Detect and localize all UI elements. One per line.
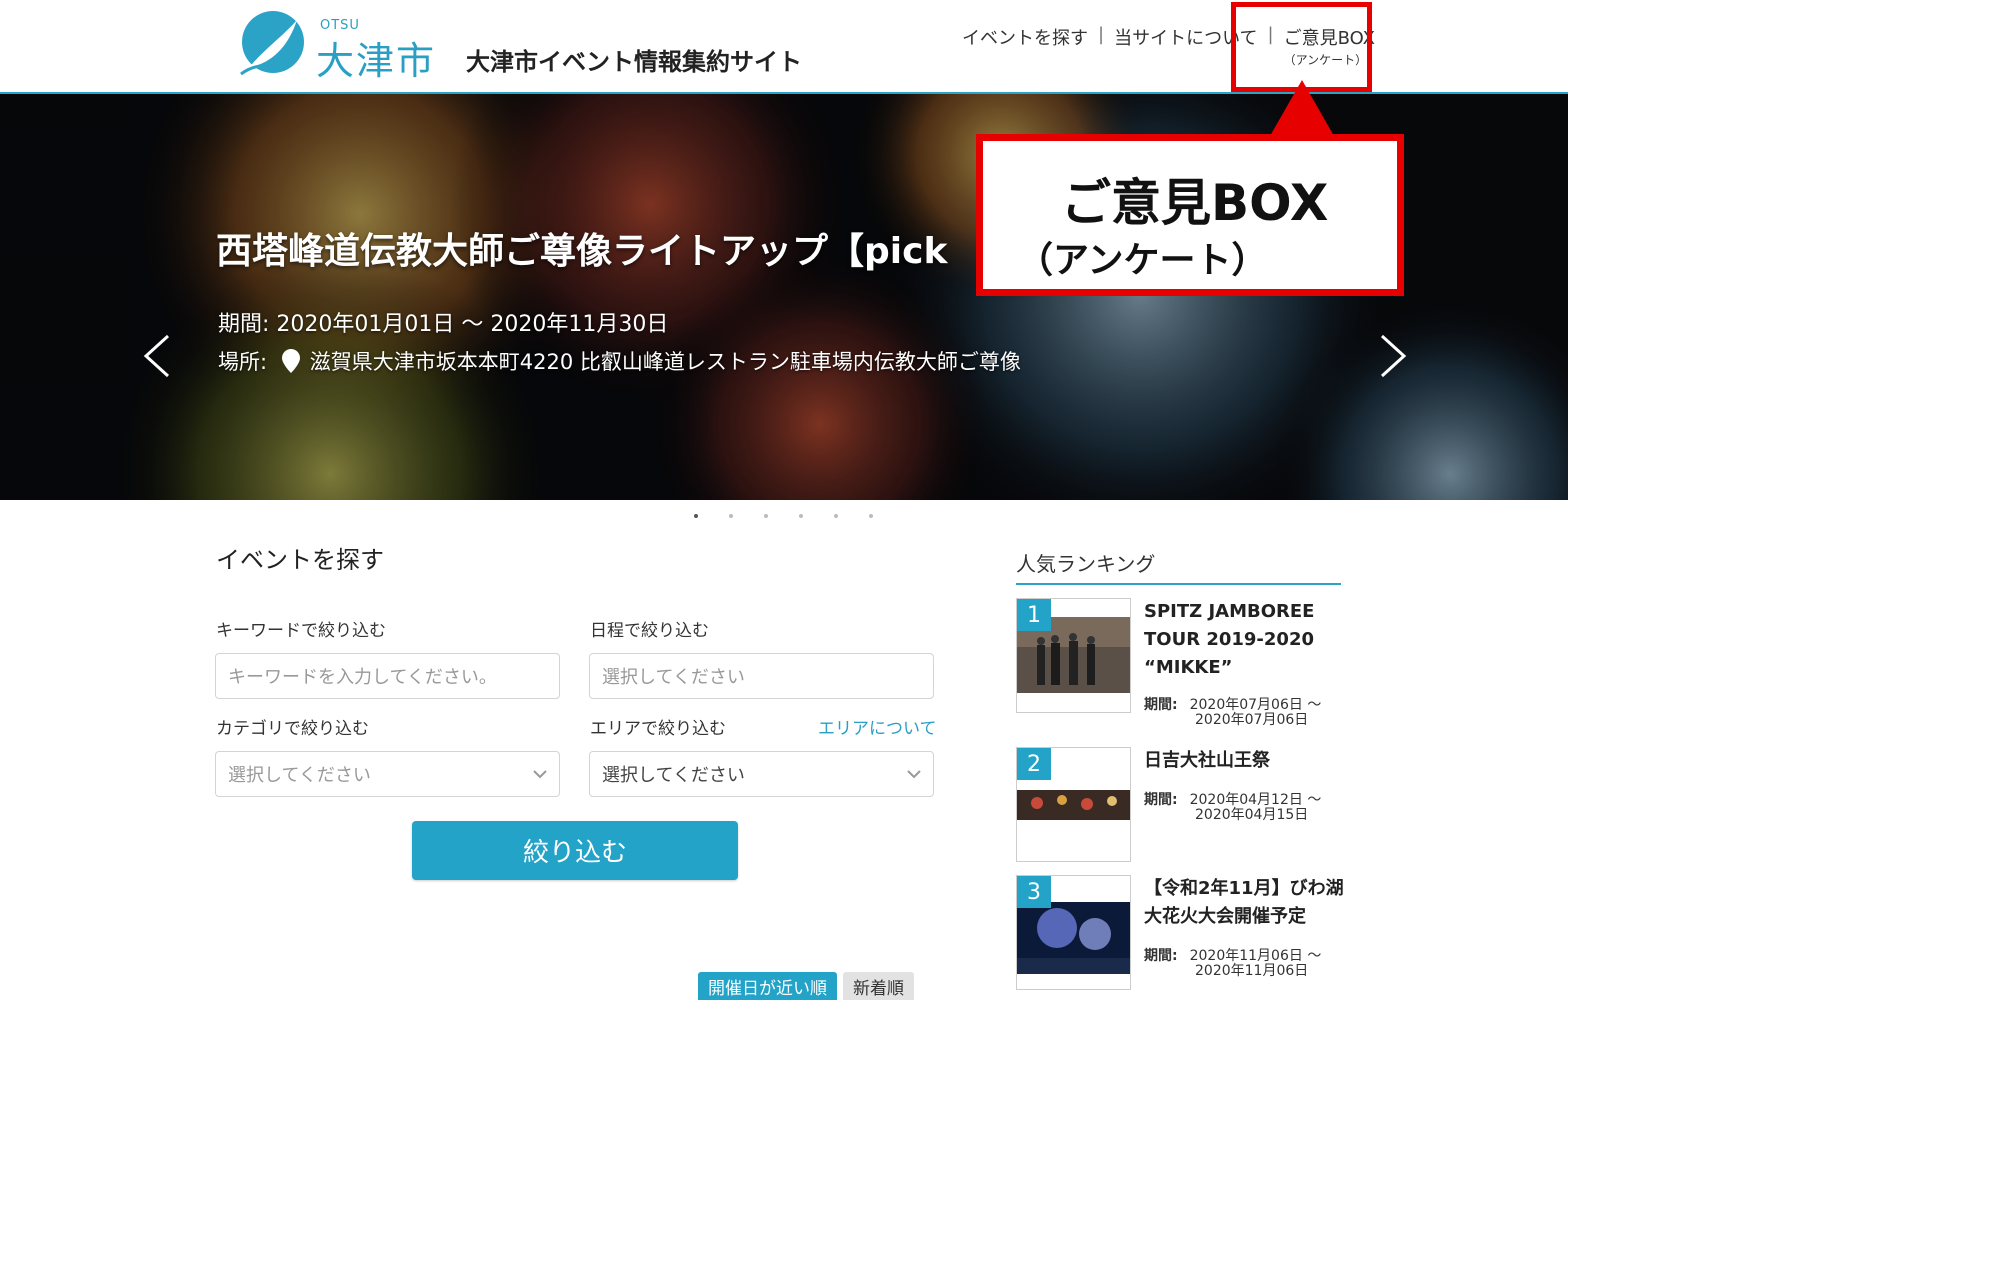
ranking-title[interactable]: 日吉大社山王祭 (1144, 747, 1344, 775)
area-select[interactable]: 選択してください (589, 751, 934, 797)
area-value: 選択してください (602, 765, 745, 786)
date-placeholder: 選択してください (602, 667, 745, 688)
filter-button[interactable]: 絞り込む (412, 821, 738, 880)
carousel-next-icon[interactable] (1378, 334, 1408, 378)
carousel-dot[interactable] (729, 514, 733, 518)
ranking-period-end: 2020年04月15日 (1195, 807, 1309, 823)
ranking-period-label: 期間: (1144, 948, 1178, 964)
date-input[interactable]: 選択してください (589, 653, 934, 699)
sort-by-new-tab[interactable]: 新着順 (843, 972, 914, 1000)
hero-place: 場所: 滋賀県大津市坂本本町4220 比叡山峰道レストラン駐車場内伝教大師ご尊像 (218, 346, 1021, 376)
hero-period-label: 期間: (218, 312, 277, 337)
category-select[interactable]: 選択してください (215, 751, 560, 797)
ranking-thumbnail[interactable]: 1 (1016, 598, 1131, 713)
category-value: 選択してください (228, 765, 371, 786)
callout-annotation: ご意見BOX （アンケート） (976, 134, 1404, 296)
ranking-period-start: 2020年07月06日 ～ (1189, 697, 1322, 713)
nav-find-events[interactable]: イベントを探す (962, 24, 1088, 50)
category-label: カテゴリで絞り込む (216, 719, 369, 739)
ranking-period-start: 2020年04月12日 ～ (1189, 792, 1322, 808)
area-info-link[interactable]: エリアについて (818, 714, 937, 739)
ranking-thumbnail[interactable]: 2 (1016, 747, 1131, 862)
rank-number: 2 (1017, 748, 1051, 780)
hero-period: 期間: 2020年01月01日 ～ 2020年11月30日 (218, 306, 668, 338)
ranking-period: 期間: 2020年07月06日 ～ 2020年07月06日 (1144, 698, 1321, 728)
hero-period-value: 2020年01月01日 ～ 2020年11月30日 (276, 312, 669, 337)
ranking-period-end: 2020年11月06日 (1195, 963, 1309, 979)
rank-number: 1 (1017, 599, 1051, 631)
rank-number: 3 (1017, 876, 1051, 908)
keyword-placeholder: キーワードを入力してください。 (228, 667, 497, 688)
site-title[interactable]: 大津市イベント情報集約サイト (466, 42, 802, 77)
keyword-label: キーワードで絞り込む (216, 621, 386, 641)
otsu-logo-icon[interactable] (233, 10, 309, 78)
ranking-divider (1016, 583, 1341, 585)
sort-by-date-tab[interactable]: 開催日が近い順 (698, 972, 837, 1000)
ranking-thumbnail[interactable]: 3 (1016, 875, 1131, 990)
highlight-box (1231, 2, 1372, 92)
ranking-heading: 人気ランキング (1016, 552, 1156, 576)
date-label: 日程で絞り込む (590, 621, 709, 641)
carousel-dot[interactable] (799, 514, 803, 518)
ranking-period-label: 期間: (1144, 697, 1178, 713)
ranking-period-start: 2020年11月06日 ～ (1189, 948, 1322, 964)
sort-tabs: 開催日が近い順 新着順 (698, 972, 914, 1000)
map-pin-icon (281, 349, 300, 373)
callout-main-text: ご意見BOX (1061, 174, 1329, 232)
callout-pointer-icon (1270, 80, 1334, 136)
ranking-period-label: 期間: (1144, 792, 1178, 808)
ranking-period: 期間: 2020年04月12日 ～ 2020年04月15日 (1144, 793, 1321, 823)
search-heading: イベントを探す (216, 546, 384, 574)
carousel-dot[interactable] (694, 514, 698, 518)
chevron-down-icon (533, 770, 547, 779)
carousel-dot[interactable] (764, 514, 768, 518)
hero-event-title[interactable]: 西塔峰道伝教大師ご尊像ライトアップ【pick (216, 222, 947, 274)
logo-city-name[interactable]: 大津市 (316, 30, 436, 85)
carousel-indicators (694, 514, 873, 518)
carousel-dot[interactable] (834, 514, 838, 518)
hero-place-value: 滋賀県大津市坂本本町4220 比叡山峰道レストラン駐車場内伝教大師ご尊像 (309, 350, 1021, 374)
hero-place-label: 場所: (218, 350, 274, 374)
chevron-down-icon (907, 770, 921, 779)
nav-separator: | (1098, 24, 1105, 45)
carousel-prev-icon[interactable] (142, 334, 172, 378)
ranking-period: 期間: 2020年11月06日 ～ 2020年11月06日 (1144, 949, 1321, 979)
area-label: エリアで絞り込む (590, 719, 726, 739)
ranking-title[interactable]: 【令和2年11月】びわ湖大花火大会開催予定 (1144, 875, 1344, 931)
carousel-dot[interactable] (869, 514, 873, 518)
keyword-input[interactable]: キーワードを入力してください。 (215, 653, 560, 699)
page: OTSU 大津市 大津市イベント情報集約サイト イベントを探す | 当サイトにつ… (0, 0, 1568, 1000)
callout-sub-text: （アンケート） (1017, 240, 1268, 281)
ranking-period-end: 2020年07月06日 (1195, 712, 1309, 728)
ranking-title[interactable]: SPITZ JAMBOREE TOUR 2019-2020 “MIKKE” (1144, 598, 1344, 682)
